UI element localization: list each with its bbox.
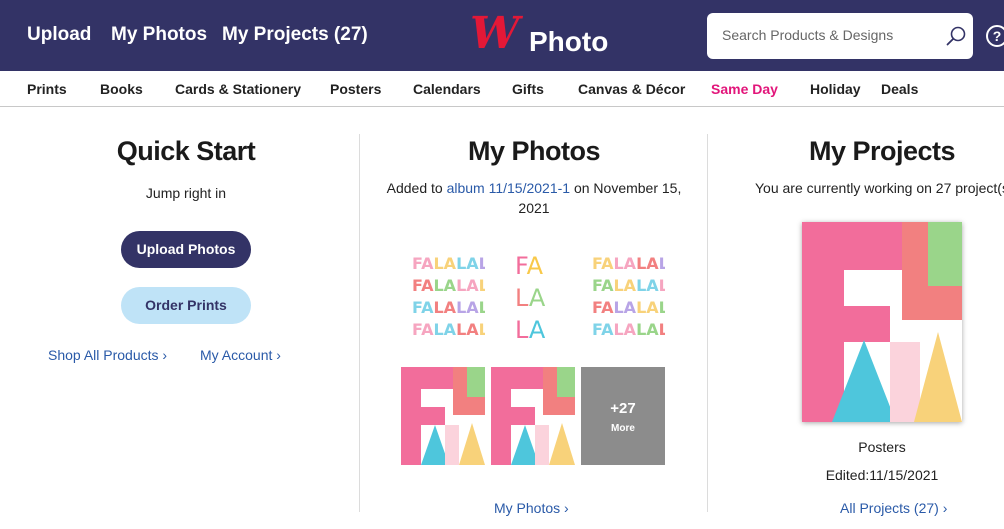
svg-text:FALALALA: FALALALA [592,298,665,317]
photo-thumbnail[interactable] [401,367,485,465]
top-header: Upload My Photos My Projects (27) W Phot… [0,0,1004,71]
nav-calendars[interactable]: Calendars [413,81,481,97]
svg-text:FA: FA [515,252,544,280]
my-photos-link[interactable]: My Photos [111,24,207,46]
photo-thumbnail[interactable]: FALALALA FALALALA FALALALA FALALALA [581,239,665,349]
nav-books[interactable]: Books [100,81,143,97]
column-divider [707,134,708,512]
more-label: More [611,423,635,434]
nav-same-day[interactable]: Same Day [711,81,778,97]
my-photos-footer-link[interactable]: My Photos › [494,500,569,516]
upload-link[interactable]: Upload [27,24,91,46]
walgreens-w-logo: W [470,8,520,59]
projects-count-text: You are currently working on 27 project(… [755,180,1004,196]
svg-text:FALALALA: FALALALA [592,320,665,339]
svg-text:FALALALA: FALALALA [412,298,485,317]
nav-gifts[interactable]: Gifts [512,81,544,97]
svg-text:LA: LA [515,316,546,344]
nav-prints[interactable]: Prints [27,81,67,97]
photo-thumbnail[interactable] [491,367,575,465]
order-prints-button[interactable]: Order Prints [121,287,251,324]
photos-added-text: Added to album 11/15/2021-1 on November … [380,178,688,218]
column-divider [359,134,360,512]
svg-text:FALALALA: FALALALA [592,254,665,273]
search-box[interactable]: Search Products & Designs [707,13,973,59]
my-projects-link[interactable]: My Projects (27) [222,24,368,46]
added-prefix: Added to [386,180,443,196]
more-count: +27 [610,400,636,417]
photo-thumbnail[interactable]: FALALALA FALALALA FALALALA FALALALA [401,239,485,349]
photo-thumbnail[interactable]: FA LA LA [491,239,575,349]
nav-cards-stationery[interactable]: Cards & Stationery [175,81,301,97]
all-projects-link[interactable]: All Projects (27) › [840,500,947,516]
logo-text: Photo [529,26,609,57]
svg-text:LA: LA [515,284,546,312]
more-photos-tile[interactable]: +27 More [581,367,665,465]
svg-text:FALALALA: FALALALA [592,276,665,295]
svg-text:FALALALA: FALALALA [412,276,485,295]
nav-posters[interactable]: Posters [330,81,381,97]
project-edited-date: Edited:11/15/2021 [825,467,939,483]
category-nav: Prints Books Cards & Stationery Posters … [0,71,1004,107]
search-input[interactable]: Search Products & Designs [722,27,893,43]
project-thumbnail[interactable] [802,222,962,422]
nav-holiday[interactable]: Holiday [810,81,861,97]
upload-photos-button[interactable]: Upload Photos [121,231,251,268]
svg-text:FALALALA: FALALALA [412,254,485,273]
added-suffix: on November 15, [573,180,682,196]
added-year: 2021 [518,200,550,216]
quick-start-subtitle: Jump right in [145,185,227,201]
shop-all-products-link[interactable]: Shop All Products › [48,347,167,363]
quick-start-title: Quick Start [116,136,256,166]
svg-text:FALALALA: FALALALA [412,320,485,339]
project-type: Posters [858,439,906,455]
help-icon[interactable]: ? [986,25,1004,47]
my-account-link[interactable]: My Account › [200,347,281,363]
my-projects-title: My Projects [808,136,956,166]
my-photos-title: My Photos [467,136,601,166]
album-link[interactable]: album 11/15/2021-1 [447,180,571,196]
nav-canvas-decor[interactable]: Canvas & Décor [578,81,685,97]
nav-deals[interactable]: Deals [881,81,918,97]
search-icon[interactable] [945,25,967,47]
